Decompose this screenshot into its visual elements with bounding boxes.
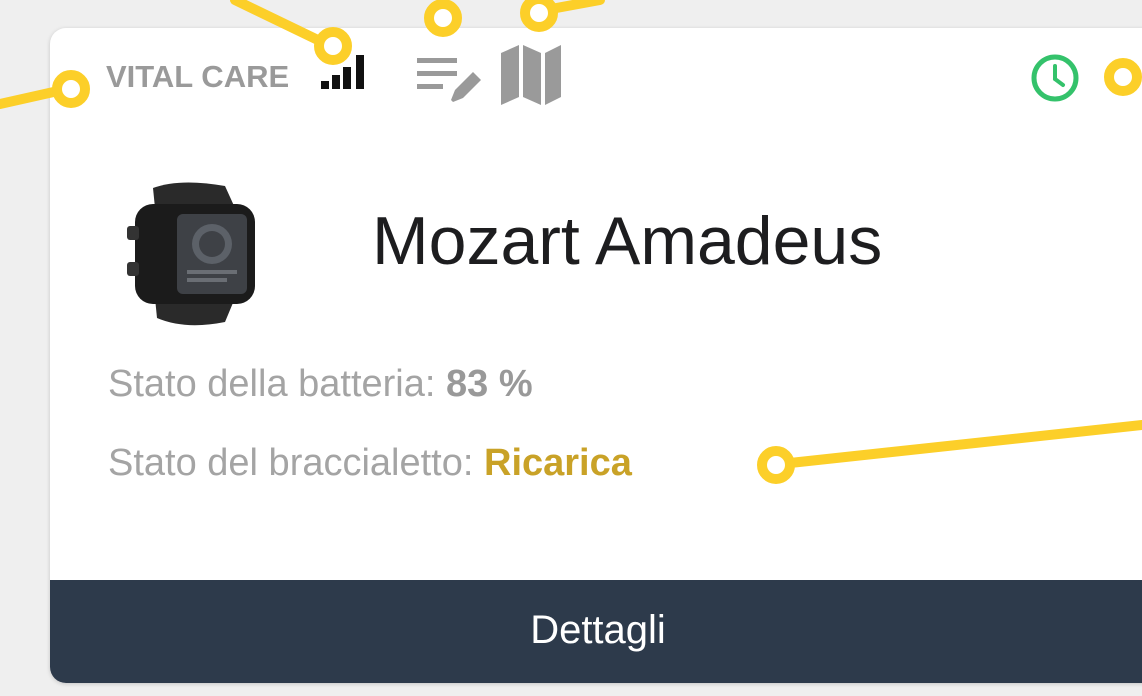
battery-status-label: Stato della batteria: (108, 363, 446, 405)
smartwatch-icon (127, 182, 255, 326)
bracelet-status-label: Stato del braccialetto: (108, 442, 484, 484)
battery-status-value: 83 % (446, 363, 533, 405)
map-icon[interactable] (497, 41, 565, 105)
battery-status-line: Stato della batteria: 83 % (108, 363, 533, 406)
details-button[interactable]: Dettagli (50, 580, 1142, 683)
stage: VITAL CARE Mozart Amadeus Stato della ba… (0, 0, 1142, 696)
clock-icon[interactable] (1028, 51, 1082, 105)
edit-list-icon[interactable] (415, 50, 483, 105)
bracelet-status-value: Ricarica (484, 442, 632, 484)
brand-label: VITAL CARE (106, 59, 290, 94)
device-name: Mozart Amadeus (372, 203, 883, 279)
bracelet-status-line: Stato del braccialetto: Ricarica (108, 442, 632, 485)
details-button-label: Dettagli (530, 608, 666, 652)
device-card: VITAL CARE Mozart Amadeus Stato della ba… (50, 28, 1142, 683)
signal-strength-icon (321, 55, 364, 89)
